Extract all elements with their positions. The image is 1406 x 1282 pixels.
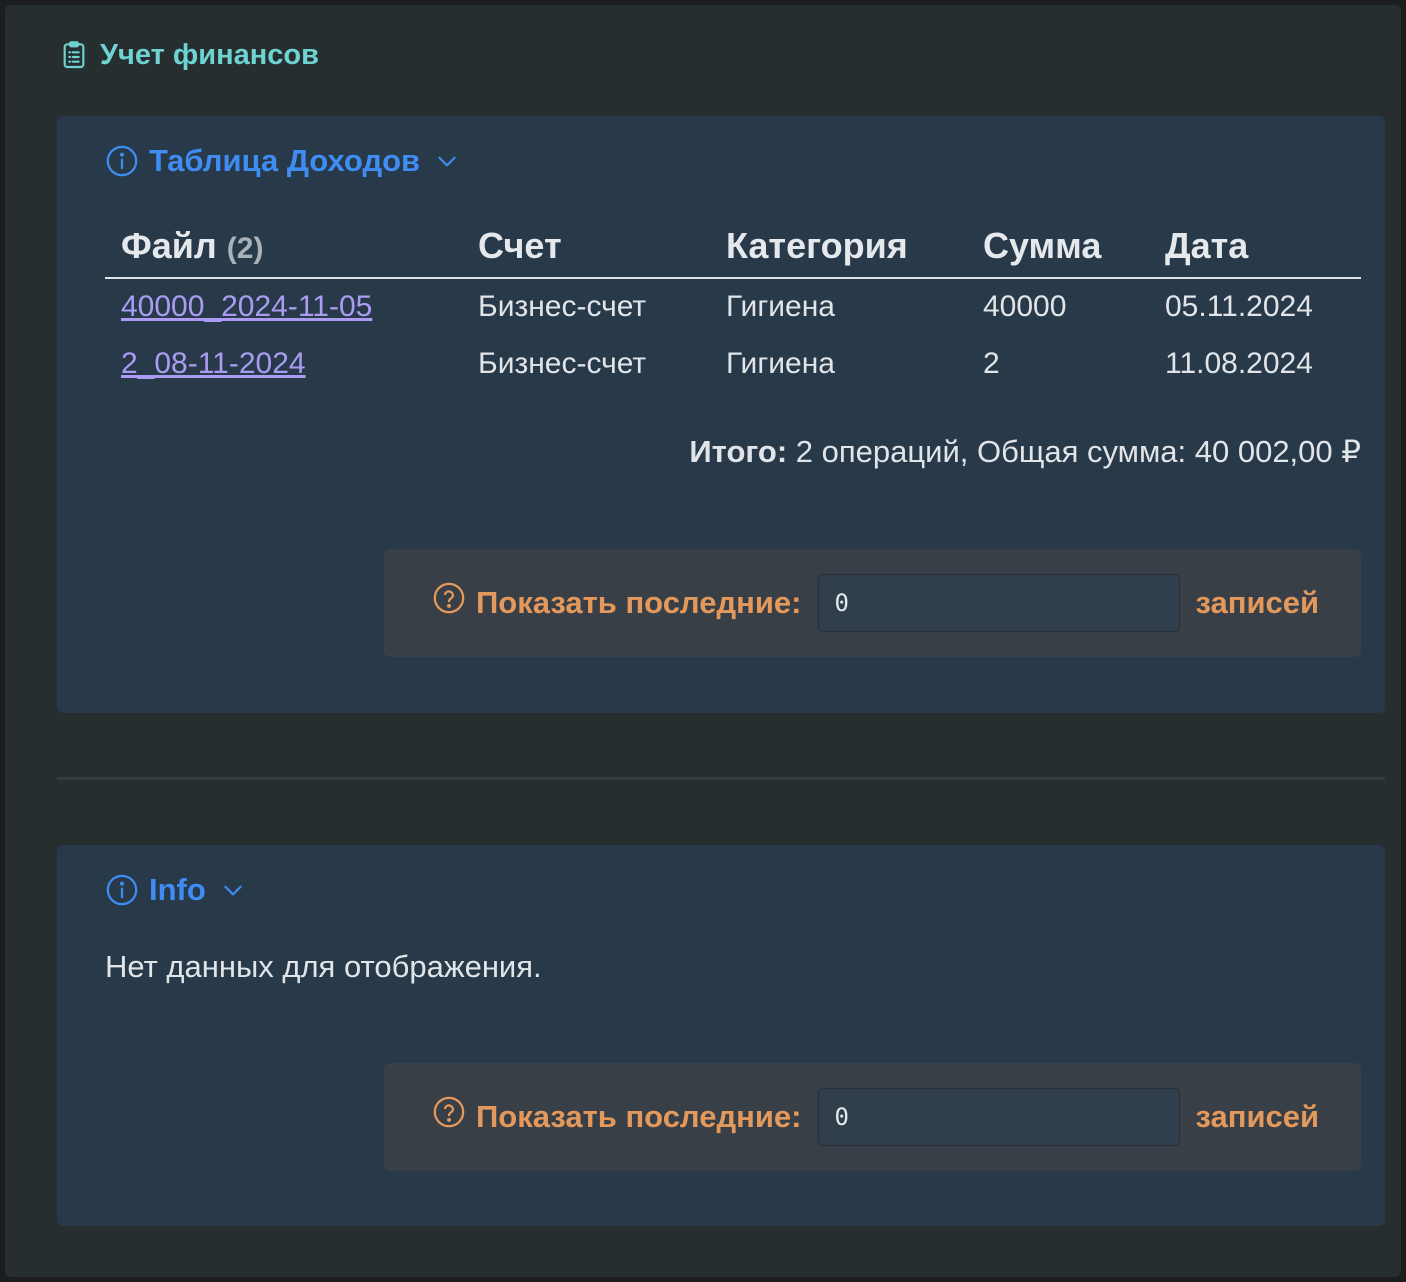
cell-date: 11.08.2024 <box>1165 347 1313 380</box>
income-panel-toggle[interactable]: Таблица Доходов <box>105 141 460 181</box>
table-row: 40000_2024-11-05 Бизнес-счет Гигиена 400… <box>105 278 1361 336</box>
info-panel-toggle[interactable]: Info <box>105 870 246 910</box>
chevron-down-icon[interactable] <box>434 148 460 174</box>
summary-text: 2 операций, Общая сумма: 40 002,00 ₽ <box>787 434 1361 469</box>
column-header-file[interactable]: Файл (2) <box>105 221 462 279</box>
cell-date: 05.11.2024 <box>1165 290 1313 323</box>
empty-state-message: Нет данных для отображения. <box>105 949 542 984</box>
info-panel: Info Нет данных для отображения. Показат… <box>57 845 1385 1226</box>
table-header-row: Файл (2) Счет Категория Сумма Дата <box>105 221 1361 279</box>
question-circle-icon[interactable] <box>432 1095 466 1129</box>
cell-category: Гигиена <box>726 347 835 380</box>
records-count-input[interactable] <box>817 574 1180 632</box>
column-header-account[interactable]: Счет <box>462 221 710 279</box>
income-table: Файл (2) Счет Категория Сумма Дата 40000… <box>105 221 1361 393</box>
chevron-down-icon[interactable] <box>220 877 246 903</box>
file-link[interactable]: 2_08-11-2024 <box>121 347 306 380</box>
cell-account: Бизнес-счет <box>478 347 647 380</box>
filter-suffix: записей <box>1195 1099 1320 1134</box>
income-panel-title: Таблица Доходов <box>149 143 421 178</box>
records-count-input[interactable] <box>817 1088 1180 1146</box>
income-filter: Показать последние: записей <box>432 573 1337 633</box>
table-summary: Итого: 2 операций, Общая сумма: 40 002,0… <box>689 434 1361 470</box>
info-circle-icon <box>106 874 138 906</box>
filter-suffix: записей <box>1195 585 1320 620</box>
income-panel: Таблица Доходов Файл (2) Счет Категория … <box>57 116 1385 713</box>
column-header-amount[interactable]: Сумма <box>967 221 1149 279</box>
section-divider <box>57 777 1385 780</box>
app-frame: Учет финансов Таблица Доходов Файл (2) С… <box>5 5 1401 1277</box>
info-filter-box: Показать последние: записей <box>384 1063 1361 1171</box>
info-panel-title: Info <box>149 872 206 907</box>
info-circle-icon <box>106 145 138 177</box>
page-header: Учет финансов <box>58 35 319 75</box>
cell-category: Гигиена <box>726 290 835 323</box>
clipboard-icon <box>63 41 85 69</box>
cell-amount: 2 <box>983 347 1000 380</box>
page-title: Учет финансов <box>100 38 319 71</box>
filter-label: Показать последние: <box>476 585 802 620</box>
column-header-date[interactable]: Дата <box>1149 221 1361 279</box>
filter-label: Показать последние: <box>476 1099 802 1134</box>
info-filter: Показать последние: записей <box>432 1087 1337 1147</box>
income-filter-box: Показать последние: записей <box>384 549 1361 657</box>
column-header-category[interactable]: Категория <box>710 221 967 279</box>
cell-amount: 40000 <box>983 290 1067 323</box>
file-count: (2) <box>226 232 264 265</box>
table-row: 2_08-11-2024 Бизнес-счет Гигиена 2 11.08… <box>105 336 1361 393</box>
file-link[interactable]: 40000_2024-11-05 <box>121 290 372 323</box>
cell-account: Бизнес-счет <box>478 290 647 323</box>
summary-label: Итого: <box>689 434 788 469</box>
question-circle-icon[interactable] <box>432 581 466 615</box>
